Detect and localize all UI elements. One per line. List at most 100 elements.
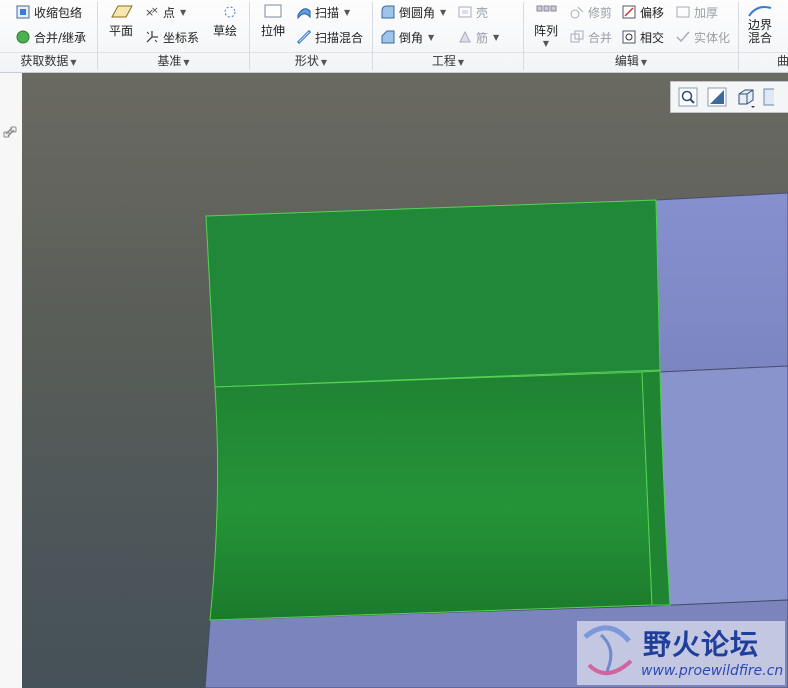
thicken-button[interactable]: 加厚 bbox=[676, 2, 718, 22]
swept-blend-icon bbox=[296, 29, 312, 45]
chevron-down-icon: ▼ bbox=[70, 58, 77, 67]
chevron-down-icon: ▼ bbox=[457, 58, 465, 67]
plane-button[interactable]: 平面 bbox=[106, 4, 136, 39]
model-geometry[interactable] bbox=[22, 73, 788, 688]
boundary-blend-label: 边界混合 bbox=[747, 18, 772, 45]
group-datum: 平面 × × 点 ▼ 坐标系 草绘 基准 ▼ bbox=[98, 0, 249, 72]
round-button[interactable]: 倒圆角 ▼ bbox=[381, 2, 446, 22]
view-toolbar bbox=[670, 81, 788, 113]
rib-icon bbox=[458, 30, 472, 44]
sweep-button[interactable]: 扫描 ▼ bbox=[297, 2, 350, 22]
coordinate-system-button[interactable]: 坐标系 bbox=[145, 27, 199, 47]
saved-views-icon[interactable] bbox=[762, 85, 774, 109]
plane-label: 平面 bbox=[108, 24, 133, 38]
chamfer-icon bbox=[381, 30, 395, 44]
chevron-down-icon: ▼ bbox=[183, 58, 190, 67]
offset-label: 偏移 bbox=[640, 5, 665, 20]
group-label-get-data[interactable]: 获取数据 ▼ bbox=[0, 52, 97, 70]
chevron-down-icon: ▼ bbox=[640, 58, 648, 67]
offset-button[interactable]: 偏移 bbox=[622, 2, 664, 22]
coordinate-system-icon bbox=[145, 30, 159, 44]
intersect-button[interactable]: 相交 bbox=[622, 27, 664, 47]
green-surface-upper bbox=[205, 199, 661, 388]
group-shapes: 拉伸 扫描 ▼ 扫描混合 形状 ▼ bbox=[250, 0, 372, 72]
merge-button[interactable]: 合并 bbox=[570, 27, 612, 47]
sketch-button[interactable]: 草绘 bbox=[210, 4, 240, 39]
chevron-down-icon: ▼ bbox=[440, 7, 447, 17]
group-label-surfaces[interactable]: 曲 bbox=[739, 52, 788, 70]
round-icon bbox=[381, 5, 395, 19]
boundary-blend-button[interactable]: 边界混合 bbox=[745, 2, 775, 45]
chevron-down-icon: ▼ bbox=[542, 39, 550, 48]
round-label: 倒圆角 bbox=[399, 5, 436, 20]
group-label-engineering[interactable]: 工程 ▼ bbox=[373, 52, 523, 70]
merge-inherit-icon bbox=[16, 30, 30, 44]
zoom-icon[interactable] bbox=[675, 85, 701, 109]
shell-icon bbox=[458, 5, 472, 19]
coordinate-system-label: 坐标系 bbox=[163, 30, 200, 45]
group-editing: 阵列 ▼ 修剪 合并 偏移 相交 加厚 实体化 编辑 ▼ bbox=[524, 0, 738, 72]
swept-blend-button[interactable]: 扫描混合 bbox=[296, 27, 364, 47]
chamfer-label: 倒角 bbox=[399, 30, 424, 45]
offset-icon bbox=[622, 5, 636, 19]
pattern-label: 阵列 bbox=[533, 24, 558, 38]
point-icon: × × bbox=[145, 5, 159, 19]
shrinkwrap-label: 收缩包络 bbox=[34, 5, 83, 20]
shell-button[interactable]: 壳 bbox=[458, 2, 488, 22]
point-button[interactable]: × × 点 ▼ bbox=[145, 2, 186, 22]
trim-icon bbox=[570, 5, 584, 19]
sketch-label: 草绘 bbox=[212, 24, 237, 38]
group-engineering: 倒圆角 ▼ 倒角 ▼ 壳 筋 ▼ 工程 ▼ bbox=[373, 0, 523, 72]
chevron-down-icon: ▼ bbox=[493, 32, 500, 42]
trim-label: 修剪 bbox=[588, 5, 613, 20]
group-get-data: 收缩包络 合并/继承 获取数据 ▼ bbox=[0, 0, 97, 72]
group-label-editing[interactable]: 编辑 ▼ bbox=[524, 52, 738, 70]
link-icon[interactable] bbox=[3, 125, 17, 142]
chevron-down-icon: ▼ bbox=[428, 32, 435, 42]
trim-button[interactable]: 修剪 bbox=[570, 2, 612, 22]
sweep-label: 扫描 bbox=[315, 5, 340, 20]
boundary-blend-icon bbox=[747, 2, 773, 18]
point-label: 点 bbox=[163, 5, 176, 20]
display-style-icon[interactable] bbox=[733, 85, 759, 109]
blue-surface-right bbox=[659, 365, 788, 607]
extrude-icon bbox=[260, 4, 286, 18]
group-surfaces: 边界混合 曲 bbox=[739, 0, 788, 72]
pattern-button[interactable]: 阵列 ▼ bbox=[530, 4, 562, 48]
left-panel-strip bbox=[0, 73, 23, 688]
extrude-button[interactable]: 拉伸 bbox=[257, 4, 289, 39]
pattern-icon bbox=[533, 4, 559, 18]
green-surface-lower bbox=[209, 371, 653, 621]
forum-watermark: 野火论坛 www.proewildfire.cn bbox=[577, 621, 785, 685]
solidify-button[interactable]: 实体化 bbox=[676, 27, 730, 47]
rib-button[interactable]: 筋 ▼ bbox=[458, 27, 499, 47]
watermark-url: www.proewildfire.cn bbox=[641, 663, 784, 679]
rib-label: 筋 bbox=[476, 30, 489, 45]
group-label-shapes[interactable]: 形状 ▼ bbox=[250, 52, 372, 70]
chevron-down-icon: ▼ bbox=[180, 7, 187, 17]
solidify-icon bbox=[676, 30, 690, 44]
chamfer-button[interactable]: 倒角 ▼ bbox=[381, 27, 434, 47]
merge-inherit-button[interactable]: 合并/继承 bbox=[16, 27, 86, 47]
shrinkwrap-button[interactable]: 收缩包络 bbox=[16, 2, 82, 22]
shrinkwrap-icon bbox=[16, 5, 30, 19]
merge-label: 合并 bbox=[588, 30, 613, 45]
group-label-datum[interactable]: 基准 ▼ bbox=[98, 52, 249, 70]
shell-label: 壳 bbox=[476, 5, 489, 20]
watermark-logo-icon bbox=[583, 625, 633, 675]
refit-icon[interactable] bbox=[704, 85, 730, 109]
swept-blend-label: 扫描混合 bbox=[315, 30, 364, 45]
merge-inherit-label: 合并/继承 bbox=[34, 30, 87, 45]
thicken-icon bbox=[676, 5, 690, 19]
sketch-icon bbox=[212, 4, 238, 18]
intersect-icon bbox=[622, 30, 636, 44]
graphics-viewport[interactable]: 野火论坛 www.proewildfire.cn bbox=[22, 73, 788, 688]
thicken-label: 加厚 bbox=[694, 5, 719, 20]
watermark-title: 野火论坛 bbox=[643, 628, 760, 661]
plane-icon bbox=[108, 4, 134, 18]
ribbon: 收缩包络 合并/继承 获取数据 ▼ 平面 × × 点 ▼ 坐标系 草绘 基准 ▼… bbox=[0, 0, 788, 73]
svg-text:×: × bbox=[151, 6, 159, 16]
merge-icon bbox=[570, 30, 584, 44]
solidify-label: 实体化 bbox=[694, 30, 731, 45]
intersect-label: 相交 bbox=[640, 30, 665, 45]
